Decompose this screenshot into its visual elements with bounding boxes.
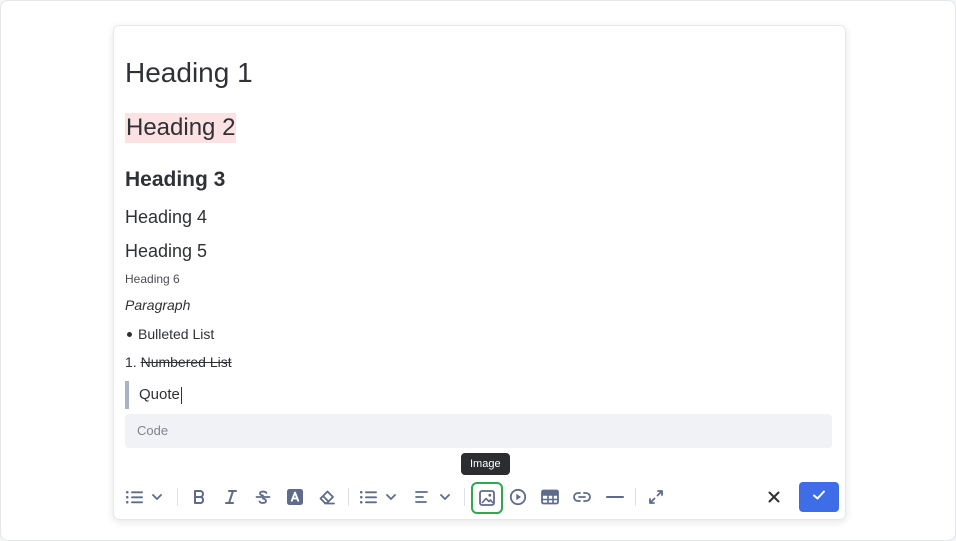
clear-format-button[interactable] (314, 481, 340, 513)
align-dropdown[interactable] (412, 481, 452, 513)
image-icon (478, 489, 496, 507)
check-icon (812, 488, 826, 506)
strikethrough-icon (255, 489, 271, 505)
rich-text-editor: Heading 1 Heading 2 Heading 3 Heading 4 … (113, 25, 846, 520)
numbered-list-text: Numbered List (140, 354, 232, 370)
window-frame: Heading 1 Heading 2 Heading 3 Heading 4 … (0, 0, 956, 541)
video-button[interactable] (505, 481, 531, 513)
text-color-button[interactable] (282, 481, 308, 513)
chevron-down-icon (440, 493, 450, 501)
list-dropdown[interactable] (358, 481, 398, 513)
fullscreen-button[interactable] (643, 481, 669, 513)
list-icon (360, 489, 380, 505)
bulleted-list-item[interactable]: Bulleted List (125, 325, 214, 343)
bold-icon (192, 489, 206, 505)
blockquote[interactable]: Quote (125, 381, 182, 409)
expand-icon (648, 489, 664, 505)
list-number: 1. (125, 354, 137, 370)
strikethrough-button[interactable] (250, 481, 276, 513)
italic-button[interactable] (218, 481, 244, 513)
chevron-down-icon (152, 493, 162, 501)
close-icon (768, 491, 780, 503)
bullet-dot (127, 331, 132, 337)
eraser-icon (318, 489, 336, 505)
editor-toolbar (114, 481, 845, 514)
numbered-list-item[interactable]: 1. Numbered List (125, 353, 232, 371)
text-color-icon (286, 488, 304, 506)
image-tooltip: Image (461, 453, 510, 475)
italic-icon (224, 489, 238, 505)
align-icon (414, 489, 430, 505)
heading-1[interactable]: Heading 1 (125, 56, 253, 90)
table-button[interactable] (537, 481, 563, 513)
divider-button[interactable] (601, 481, 629, 513)
link-icon (573, 490, 591, 504)
chevron-down-icon (386, 493, 396, 501)
code-block[interactable]: Code (125, 414, 832, 448)
toolbar-divider (348, 488, 349, 506)
heading-6[interactable]: Heading 6 (125, 271, 180, 287)
text-caret (180, 386, 182, 404)
paragraph[interactable]: Paragraph (125, 296, 190, 314)
heading-5[interactable]: Heading 5 (125, 240, 207, 262)
bold-button[interactable] (186, 481, 212, 513)
heading-2-highlighted[interactable]: Heading 2 (125, 113, 237, 143)
block-type-icon (126, 489, 146, 505)
table-icon (541, 489, 559, 505)
bulleted-list-text: Bulleted List (138, 326, 215, 342)
image-button[interactable] (471, 482, 503, 514)
toolbar-divider (635, 488, 636, 506)
toolbar-divider (177, 488, 178, 506)
heading-4[interactable]: Heading 4 (125, 206, 207, 228)
heading-3[interactable]: Heading 3 (125, 167, 225, 193)
video-icon (509, 488, 527, 506)
confirm-button[interactable] (799, 482, 839, 512)
link-button[interactable] (569, 481, 595, 513)
block-type-dropdown[interactable] (124, 481, 164, 513)
divider-icon (606, 495, 624, 499)
toolbar-divider (464, 488, 465, 506)
cancel-button[interactable] (761, 481, 787, 513)
quote-text: Quote (139, 386, 180, 403)
